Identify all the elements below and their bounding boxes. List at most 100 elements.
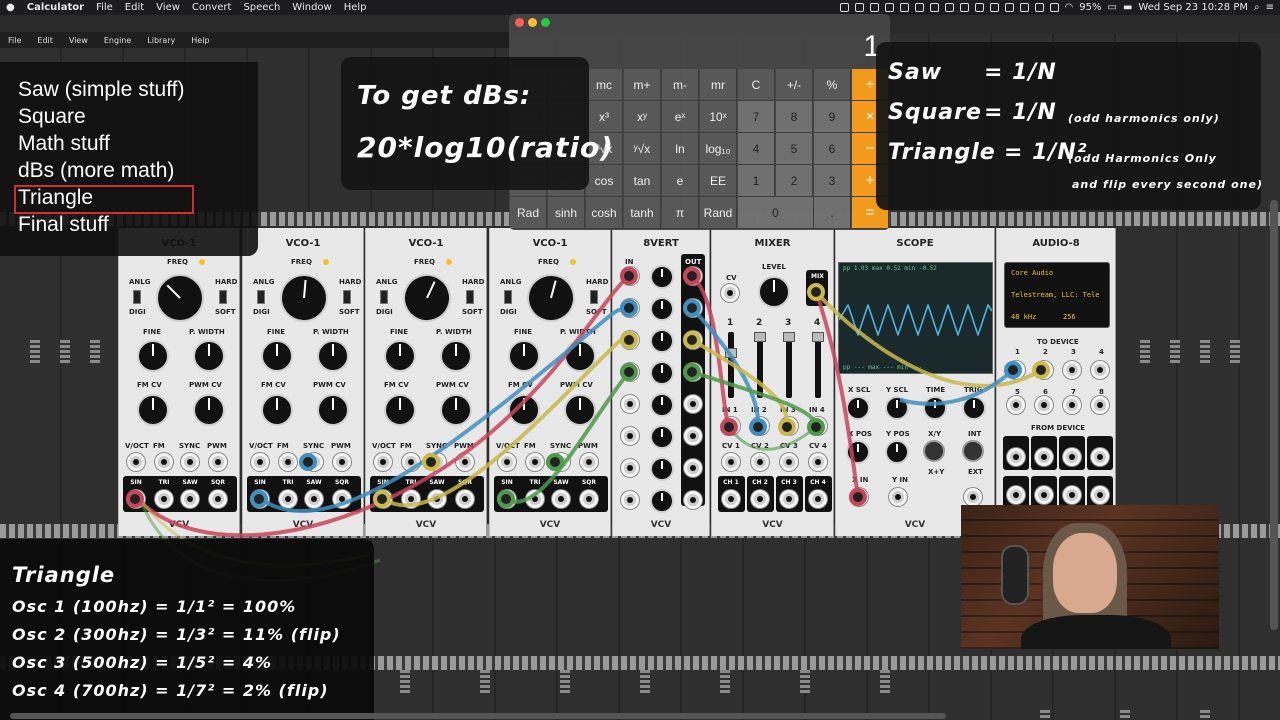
audio-from-jack[interactable] (1007, 486, 1025, 504)
calc-key-0-3[interactable]: m+ (624, 69, 661, 101)
calc-key-0-8[interactable]: % (814, 69, 851, 101)
cable-plug[interactable] (849, 488, 867, 506)
calc-key-1-7[interactable]: 8 (776, 101, 813, 133)
vco-mode-switch[interactable] (380, 290, 388, 304)
scope-time-knob[interactable] (923, 396, 947, 420)
calc-key-2-6[interactable]: 4 (738, 133, 775, 165)
calc-key-0-6[interactable]: C (738, 69, 775, 101)
minimize-window-button[interactable] (528, 18, 537, 27)
vco-freq-knob[interactable] (146, 264, 214, 332)
mixer-cv-jack[interactable] (780, 453, 798, 471)
calc-key-1-4[interactable]: eˣ (662, 101, 699, 133)
calc-key-4-3[interactable]: tanh (624, 197, 661, 229)
calc-key-0-4[interactable]: m- (662, 69, 699, 101)
vco-pwm-jack[interactable] (456, 453, 474, 471)
vco-freq-knob[interactable] (277, 271, 331, 325)
vert-gain-knob[interactable] (650, 329, 674, 353)
cable-plug[interactable] (620, 363, 638, 381)
vco-tri-jack[interactable] (155, 490, 173, 508)
zoom-window-button[interactable] (541, 18, 550, 27)
vco-sqr-jack[interactable] (209, 490, 227, 508)
vert-gain-knob[interactable] (650, 425, 674, 449)
close-window-button[interactable] (515, 18, 524, 27)
rack-menu-edit[interactable]: Edit (29, 36, 61, 45)
cable-plug[interactable] (620, 299, 638, 317)
vert-input-jack[interactable] (621, 459, 639, 477)
calc-key-1-8[interactable]: 9 (814, 101, 851, 133)
vert-output-jack[interactable] (684, 459, 702, 477)
calc-key-2-7[interactable]: 5 (776, 133, 813, 165)
calc-key-2-8[interactable]: 6 (814, 133, 851, 165)
status-icon[interactable] (1034, 3, 1044, 12)
status-icon[interactable] (959, 3, 969, 12)
cable-plug[interactable] (683, 299, 701, 317)
cable-plug[interactable] (250, 490, 268, 508)
vco-voct-jack[interactable] (251, 453, 269, 471)
vco-pwm-jack[interactable] (209, 453, 227, 471)
calc-key-1-5[interactable]: 10ˣ (700, 101, 737, 133)
vco-sync-switch[interactable] (466, 290, 474, 304)
calc-key-2-5[interactable]: log₁₀ (700, 133, 737, 165)
calc-key-4-2[interactable]: cosh (586, 197, 623, 229)
calc-key-2-3[interactable]: ʸ√x (624, 133, 661, 165)
vco-mode-switch[interactable] (504, 290, 512, 304)
vco-fine-knob[interactable] (261, 340, 293, 372)
status-icon[interactable] (884, 3, 894, 12)
menubar-item-file[interactable]: File (90, 2, 119, 13)
vco-saw-jack[interactable] (181, 490, 199, 508)
vco-pwmcv-knob[interactable] (564, 394, 596, 426)
rack-menu-file[interactable]: File (0, 36, 29, 45)
vco-sqr-jack[interactable] (333, 490, 351, 508)
cable-plug[interactable] (1004, 361, 1022, 379)
calc-key-4-4[interactable]: π (662, 197, 699, 229)
apple-icon[interactable]: ● (0, 2, 21, 13)
vco-pwm-jack[interactable] (333, 453, 351, 471)
vco-tri-jack[interactable] (526, 490, 544, 508)
mixer-ch-jack[interactable] (751, 490, 769, 508)
vco-fm-jack[interactable] (526, 453, 544, 471)
audio-from-jack[interactable] (1035, 486, 1053, 504)
vco-fm-jack[interactable] (155, 453, 173, 471)
vco-tri-jack[interactable] (279, 490, 297, 508)
audio-from-jack[interactable] (1035, 448, 1053, 466)
vert-gain-knob[interactable] (650, 361, 674, 385)
calc-key-1-2[interactable]: x³ (586, 101, 623, 133)
vert-input-jack[interactable] (621, 395, 639, 413)
cable-plug[interactable] (683, 331, 701, 349)
scope-trig-knob[interactable] (962, 396, 986, 420)
scope-trig-jack[interactable] (964, 488, 982, 506)
status-icon[interactable] (899, 3, 909, 12)
vco-freq-knob[interactable] (395, 266, 459, 330)
mixer-cv-jack[interactable] (722, 453, 740, 471)
vco-sync-switch[interactable] (590, 290, 598, 304)
rack-menu-view[interactable]: View (61, 36, 96, 45)
scope-trig-button[interactable] (962, 440, 984, 462)
status-icon[interactable] (1019, 3, 1029, 12)
vert-input-jack[interactable] (621, 427, 639, 445)
menubar-app-name[interactable]: Calculator (21, 2, 90, 13)
vco-mode-switch[interactable] (133, 290, 141, 304)
cable-plug[interactable] (807, 283, 825, 301)
menubar-item-convert[interactable]: Convert (186, 2, 238, 13)
cable-plug[interactable] (546, 453, 564, 471)
vert-gain-knob[interactable] (650, 297, 674, 321)
audio-from-jack[interactable] (1063, 448, 1081, 466)
flag-icon[interactable]: ▬ (1123, 2, 1132, 13)
scope-yin-jack[interactable] (889, 488, 907, 506)
vco-pwm-jack[interactable] (580, 453, 598, 471)
mixer-cv-jack[interactable] (809, 453, 827, 471)
menubar-item-help[interactable]: Help (338, 2, 373, 13)
calc-key-3-8[interactable]: 3 (814, 165, 851, 197)
audio-to-jack[interactable] (1091, 361, 1109, 379)
menubar-item-window[interactable]: Window (286, 2, 337, 13)
vert-output-jack[interactable] (684, 491, 702, 509)
audio-from-jack[interactable] (1007, 448, 1025, 466)
cable-plug[interactable] (373, 490, 391, 508)
vco-saw-jack[interactable] (552, 490, 570, 508)
status-icon[interactable] (989, 3, 999, 12)
clock[interactable]: Wed Sep 23 10:28 PM (1138, 2, 1248, 13)
mixer-ch-jack[interactable] (809, 490, 827, 508)
mixer-cv-jack[interactable] (751, 453, 769, 471)
vert-gain-knob[interactable] (650, 393, 674, 417)
calc-key-2-4[interactable]: ln (662, 133, 699, 165)
